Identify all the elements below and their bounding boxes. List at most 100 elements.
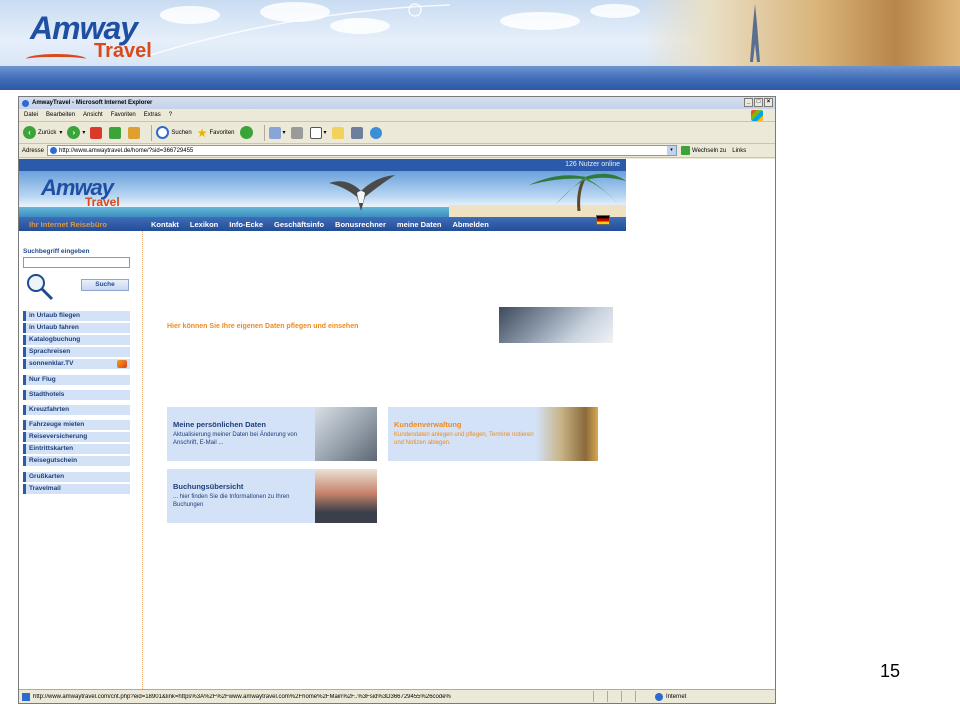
back-button[interactable]: ‹ Zurück ▾ [23, 126, 62, 139]
menu-group-hotels: Stadthotels [23, 390, 130, 402]
menu-item-sprachreisen[interactable]: Sprachreisen [23, 347, 130, 357]
menu-ansicht[interactable]: Ansicht [83, 112, 103, 118]
card-description: Kundendaten anlegen und pflegen, Termine… [394, 432, 534, 446]
maximize-button[interactable]: □ [754, 98, 763, 107]
search-toolbar-button[interactable]: Suchen [156, 126, 192, 139]
menu-item-stadthotels[interactable]: Stadthotels [23, 390, 130, 400]
refresh-button[interactable] [109, 126, 123, 139]
site-header: 126 Nutzer online Amway Travel Ihr Inter… [19, 159, 626, 231]
banner-blue-band [0, 66, 960, 90]
search-button[interactable]: Suche [81, 279, 129, 291]
card-personal-data[interactable]: Meine persönlichen Daten Aktualisierung … [167, 407, 377, 461]
close-button[interactable]: × [764, 98, 773, 107]
slide-logo-swoosh [26, 54, 86, 64]
security-zone: Internet [655, 692, 687, 701]
menu-group-travel: in Urlaub fliegen in Urlaub fahren Katal… [23, 311, 130, 371]
welcome-text: Hier können Sie Ihre eigenen Daten pfleg… [167, 323, 359, 330]
slide-logo: Amway Travel [26, 10, 152, 62]
address-url: http://www.amwaytravel.de/home/?sid=3667… [59, 147, 194, 154]
card-title: Kundenverwaltung [394, 420, 462, 429]
go-arrow-icon[interactable] [681, 146, 691, 155]
forward-button[interactable]: › ▾ [67, 126, 85, 139]
menu-item-eintrittskarten[interactable]: Eintrittskarten [23, 444, 130, 454]
nav-lexikon[interactable]: Lexikon [190, 220, 218, 229]
menu-favoriten[interactable]: Favoriten [111, 112, 136, 118]
go-button[interactable]: Wechseln zu [692, 148, 726, 154]
menu-item-sonnenklar-tv[interactable]: sonnenklar.TV [23, 359, 130, 369]
menu-item-reiseversicherung[interactable]: Reiseversicherung [23, 432, 130, 442]
search-label: Suchbegriff eingeben [23, 248, 90, 255]
minimize-button[interactable]: _ [744, 98, 753, 107]
menu-item-kreuzfahrten[interactable]: Kreuzfahrten [23, 405, 130, 415]
menu-item-urlaub-fliegen[interactable]: in Urlaub fliegen [23, 311, 130, 321]
menu-group-cards: Grußkarten Travelmail [23, 472, 130, 496]
back-arrow-icon: ‹ [23, 126, 36, 139]
history-icon [239, 126, 253, 139]
menu-item-nur-flug[interactable]: Nur Flug [23, 375, 130, 385]
menu-item-reisegutschein[interactable]: Reisegutschein [23, 456, 130, 466]
page-status-icon [22, 692, 30, 701]
menu-bar: Datei Bearbeiten Ansicht Favoriten Extra… [19, 109, 775, 122]
print-button[interactable] [290, 126, 305, 139]
menu-bearbeiten[interactable]: Bearbeiten [46, 112, 75, 118]
search-input[interactable] [23, 257, 130, 268]
slide-logo-travel: Travel [94, 40, 152, 62]
favorites-button[interactable]: ★ Favoriten [197, 126, 235, 140]
research-icon [350, 126, 363, 139]
menu-item-grusskarten[interactable]: Grußkarten [23, 472, 130, 482]
mail-button[interactable]: ▾ [268, 126, 286, 139]
stop-button[interactable] [90, 126, 104, 139]
nav-meine-daten[interactable]: meine Daten [397, 220, 442, 229]
menu-extras[interactable]: Extras [144, 112, 161, 118]
back-label: Zurück [38, 129, 57, 136]
german-flag-icon[interactable] [596, 215, 610, 225]
windows-logo-icon [751, 110, 763, 121]
browser-window: AmwayTravel - Microsoft Internet Explore… [18, 96, 776, 704]
card-title: Meine persönlichen Daten [173, 420, 266, 429]
site-logo[interactable]: Amway Travel [41, 175, 120, 209]
nav-info-ecke[interactable]: Info-Ecke [229, 220, 263, 229]
menu-group-services: Fahrzeuge mieten Reiseversicherung Eintr… [23, 420, 130, 468]
nav-abmelden[interactable]: Abmelden [453, 220, 489, 229]
card-title: Buchungsübersicht [173, 482, 244, 491]
menu-item-fahrzeuge-mieten[interactable]: Fahrzeuge mieten [23, 420, 130, 430]
search-icon [156, 126, 170, 139]
menu-datei[interactable]: Datei [24, 112, 38, 118]
menu-item-urlaub-fahren[interactable]: in Urlaub fahren [23, 323, 130, 333]
nav-bonusrechner[interactable]: Bonusrechner [335, 220, 386, 229]
status-url: http://www.amwaytravel.com/cnt.php?eid=1… [33, 693, 451, 700]
hero-image: Amway Travel [19, 171, 626, 217]
edit-button[interactable]: ▾ [309, 126, 327, 139]
magnifier-icon [27, 274, 54, 301]
ie-icon [22, 99, 29, 107]
discuss-button[interactable] [331, 126, 346, 139]
links-button[interactable]: Links [732, 148, 746, 154]
history-button[interactable] [239, 126, 255, 139]
menu-group-flug: Nur Flug [23, 375, 130, 387]
home-button[interactable] [128, 126, 142, 139]
refresh-icon [109, 126, 122, 139]
nav-geschaeftsinfo[interactable]: Geschäftsinfo [274, 220, 324, 229]
menu-item-travelmail[interactable]: Travelmail [23, 484, 130, 494]
address-bar: Adresse http://www.amwaytravel.de/home/?… [19, 144, 775, 158]
search-toolbar-label: Suchen [171, 129, 192, 136]
card-booking-overview[interactable]: Buchungsübersicht ... hier finden Sie di… [167, 469, 377, 523]
messenger-button[interactable] [369, 126, 384, 139]
sonnenklar-logo-icon [117, 360, 127, 368]
card-photo [315, 469, 377, 523]
address-label: Adresse [22, 147, 45, 154]
menu-help[interactable]: ? [169, 112, 172, 118]
menu-item-katalogbuchung[interactable]: Katalogbuchung [23, 335, 130, 345]
card-customer-management[interactable]: Kundenverwaltung Kundendaten anlegen und… [388, 407, 598, 461]
messenger-icon [369, 126, 382, 139]
toolbar: ‹ Zurück ▾ › ▾ Suchen ★ Favoriten ▾ ▾ [19, 122, 775, 144]
menu-item-label: sonnenklar.TV [29, 360, 74, 367]
menu-group-cruises: Kreuzfahrten [23, 405, 130, 417]
nav-kontakt[interactable]: Kontakt [151, 220, 179, 229]
zone-label: Internet [666, 693, 687, 700]
address-dropdown-icon[interactable]: ▾ [667, 146, 677, 155]
research-button[interactable] [350, 126, 365, 139]
online-users-bar: 126 Nutzer online [19, 159, 626, 171]
star-icon: ★ [196, 125, 208, 140]
address-input[interactable]: http://www.amwaytravel.de/home/?sid=3667… [47, 145, 678, 156]
